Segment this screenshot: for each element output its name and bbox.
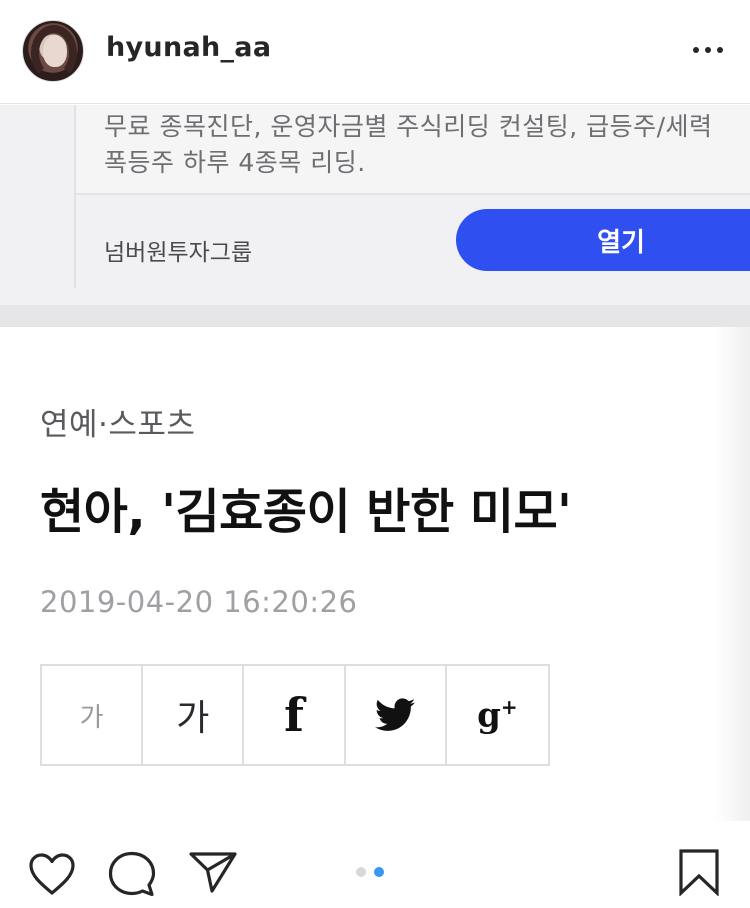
avatar-face — [43, 35, 67, 67]
ad-sponsor: 넘버원투자그룹 — [104, 240, 253, 266]
more-horizontal-icon — [717, 47, 723, 53]
carousel-dot — [356, 867, 366, 877]
google-plus-share-button[interactable]: g+ — [447, 666, 548, 764]
save-button[interactable] — [678, 848, 720, 900]
post-image[interactable]: 무료 종목진단, 운영자금별 주식리딩 컨설팅, 급등주/세력 폭등주 하루 4… — [0, 105, 750, 821]
post-action-bar — [0, 822, 750, 908]
share-toolbar: 가 가 f g+ — [40, 664, 550, 766]
open-button[interactable]: 열기 — [456, 209, 750, 271]
paper-plane-icon — [189, 852, 237, 893]
facebook-share-button[interactable]: f — [244, 666, 346, 764]
article: 연예·스포츠 현아, '김효종이 반한 미모' 2019-04-20 16:20… — [0, 327, 750, 821]
share-button[interactable] — [188, 850, 238, 898]
twitter-share-button[interactable] — [346, 666, 447, 764]
article-category[interactable]: 연예·스포츠 — [40, 399, 195, 444]
article-timestamp: 2019-04-20 16:20:26 — [40, 585, 358, 619]
more-horizontal-icon — [693, 47, 699, 53]
more-options-button[interactable] — [688, 38, 728, 62]
bookmark-icon — [679, 849, 719, 897]
avatar[interactable] — [22, 20, 84, 82]
username[interactable]: hyunah_aa — [106, 32, 271, 63]
comment-button[interactable] — [108, 850, 156, 902]
article-headline: 현아, '김효종이 반한 미모' — [40, 484, 572, 540]
facebook-icon: f — [284, 688, 304, 742]
font-size-decrease-button[interactable]: 가 — [42, 666, 144, 764]
twitter-bird-icon — [375, 698, 416, 731]
post-header: hyunah_aa — [0, 0, 750, 104]
ad-description: 무료 종목진단, 운영자금별 주식리딩 컨설팅, 급등주/세력 폭등주 하루 4… — [104, 109, 713, 181]
heart-icon — [29, 853, 75, 895]
scroll-shadow — [714, 327, 750, 821]
font-size-increase-button[interactable]: 가 — [143, 666, 245, 764]
ad-text-line: 무료 종목진단, 운영자금별 주식리딩 컨설팅, 급등주/세력 — [104, 112, 713, 141]
font-large-label: 가 — [176, 698, 210, 739]
ad-card[interactable]: 무료 종목진단, 운영자금별 주식리딩 컨설팅, 급등주/세력 폭등주 하루 4… — [74, 105, 750, 288]
comment-bubble-icon — [108, 851, 156, 897]
carousel-dot-active — [374, 867, 384, 877]
section-separator — [0, 305, 750, 327]
carousel-indicator — [356, 867, 384, 877]
like-button[interactable] — [28, 852, 76, 900]
ad-text-line: 폭등주 하루 4종목 리딩. — [104, 148, 366, 177]
google-plus-icon: g+ — [477, 694, 518, 736]
more-horizontal-icon — [705, 47, 711, 53]
font-small-label: 가 — [79, 702, 104, 733]
